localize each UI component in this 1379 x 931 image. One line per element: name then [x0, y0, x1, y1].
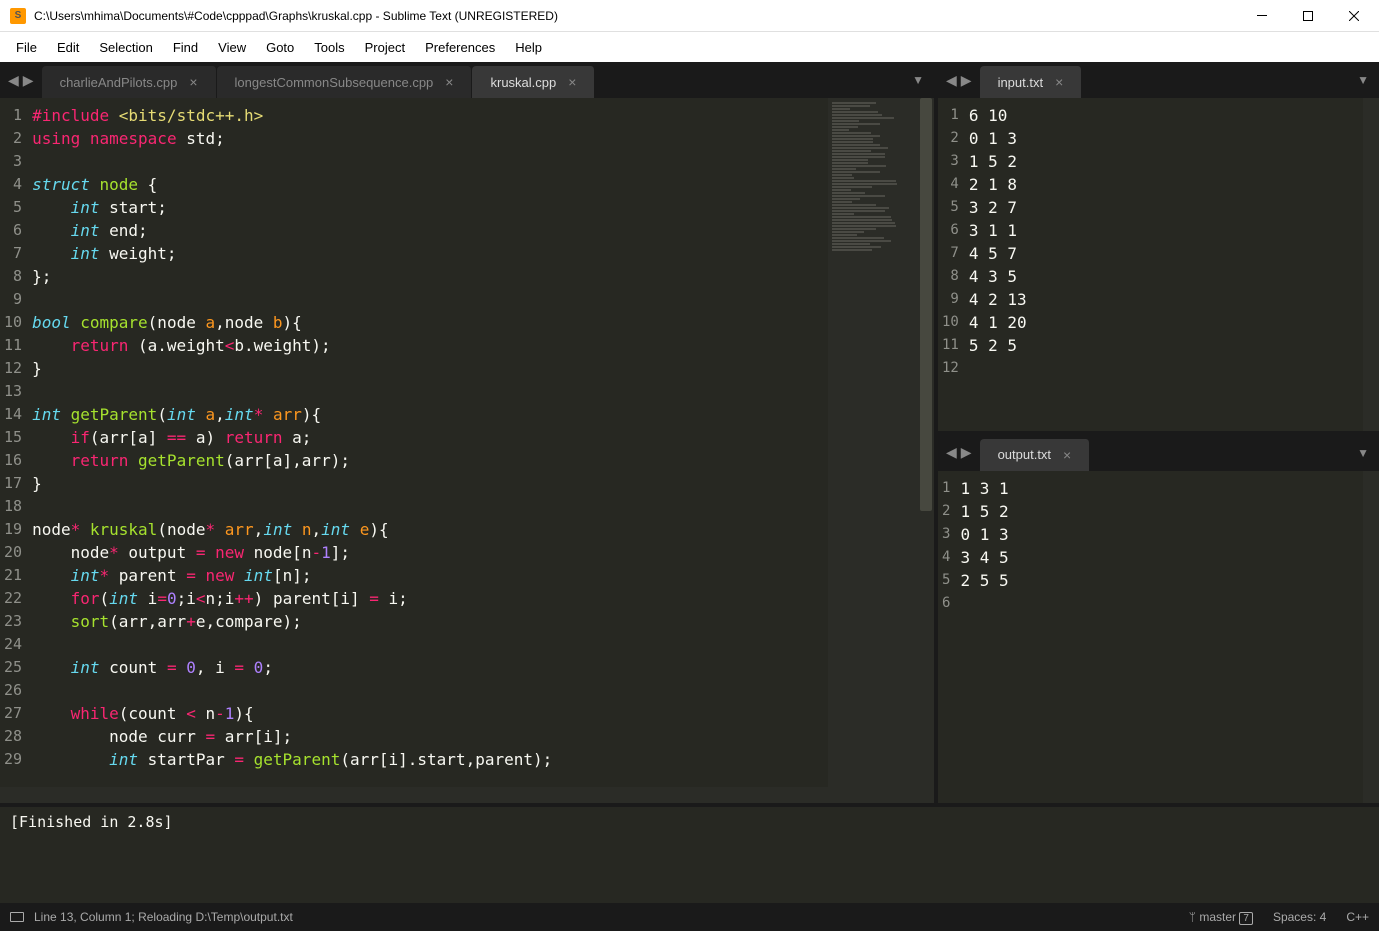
right-bottom-pane: ◀ ▶ output.txt × ▼ 123456 1 3 11 5 20 1 … — [938, 435, 1379, 804]
tab-label: input.txt — [998, 75, 1044, 90]
menu-bar: FileEditSelectionFindViewGotoToolsProjec… — [0, 32, 1379, 62]
line-gutter: 1234567891011121314151617181920212223242… — [0, 98, 32, 787]
menu-file[interactable]: File — [6, 36, 47, 59]
menu-help[interactable]: Help — [505, 36, 552, 59]
tab-label: output.txt — [998, 447, 1051, 462]
right-top-tab-bar: ◀ ▶ input.txt × ▼ — [938, 62, 1379, 98]
output-editor[interactable]: 123456 1 3 11 5 20 1 33 4 52 5 5 — [938, 471, 1379, 804]
tab-longestCommonSubsequence-cpp[interactable]: longestCommonSubsequence.cpp × — [217, 66, 473, 98]
indentation-indicator[interactable]: Spaces: 4 — [1273, 910, 1326, 924]
code-area[interactable]: 6 100 1 31 5 22 1 83 2 73 1 14 5 74 3 54… — [969, 98, 1363, 431]
window-title: C:\Users\mhima\Documents\#Code\cpppad\Gr… — [34, 9, 1239, 23]
tab-label: longestCommonSubsequence.cpp — [235, 75, 434, 90]
scrollbar-vertical[interactable] — [1363, 98, 1379, 431]
console-text: [Finished in 2.8s] — [10, 813, 173, 831]
tab-charlieAndPilots-cpp[interactable]: charlieAndPilots.cpp × — [42, 66, 217, 98]
menu-edit[interactable]: Edit — [47, 36, 89, 59]
code-area[interactable]: 1 3 11 5 20 1 33 4 52 5 5 — [960, 471, 1363, 804]
minimap[interactable] — [828, 98, 918, 787]
branch-name: master — [1199, 910, 1236, 924]
workspace: ◀ ▶ charlieAndPilots.cpp×longestCommonSu… — [0, 62, 1379, 803]
close-icon[interactable]: × — [445, 74, 453, 90]
minimize-button[interactable] — [1239, 0, 1285, 32]
scrollbar-vertical[interactable] — [1363, 471, 1379, 804]
pane-nav-prev-icon[interactable]: ◀ — [946, 444, 957, 461]
tab-label: kruskal.cpp — [490, 75, 556, 90]
panel-switcher-icon[interactable] — [10, 912, 24, 922]
close-icon[interactable]: × — [189, 74, 197, 90]
line-gutter: 123456789101112 — [938, 98, 969, 431]
window-titlebar: S C:\Users\mhima\Documents\#Code\cpppad\… — [0, 0, 1379, 32]
tab-output-txt[interactable]: output.txt × — [980, 439, 1091, 471]
menu-goto[interactable]: Goto — [256, 36, 304, 59]
right-bottom-tab-bar: ◀ ▶ output.txt × ▼ — [938, 435, 1379, 471]
right-top-pane: ◀ ▶ input.txt × ▼ 123456789101112 6 100 … — [938, 62, 1379, 435]
pane-nav-next-icon[interactable]: ▶ — [23, 72, 34, 89]
input-editor[interactable]: 123456789101112 6 100 1 31 5 22 1 83 2 7… — [938, 98, 1379, 431]
git-branch-indicator[interactable]: ᛘ master 7 — [1189, 910, 1253, 924]
tab-kruskal-cpp[interactable]: kruskal.cpp × — [472, 66, 595, 98]
close-icon[interactable]: × — [1063, 447, 1071, 463]
line-gutter: 123456 — [938, 471, 960, 804]
menu-project[interactable]: Project — [355, 36, 415, 59]
branch-badge: 7 — [1239, 912, 1253, 925]
menu-view[interactable]: View — [208, 36, 256, 59]
app-icon: S — [10, 8, 26, 24]
scrollbar-horizontal[interactable] — [0, 787, 934, 803]
tab-input-txt[interactable]: input.txt × — [980, 66, 1083, 98]
pane-nav-prev-icon[interactable]: ◀ — [946, 72, 957, 89]
pane-nav-next-icon[interactable]: ▶ — [961, 72, 972, 89]
left-tab-bar: ◀ ▶ charlieAndPilots.cpp×longestCommonSu… — [0, 62, 934, 98]
right-pane: ◀ ▶ input.txt × ▼ 123456789101112 6 100 … — [938, 62, 1379, 803]
syntax-indicator[interactable]: C++ — [1346, 910, 1369, 924]
menu-preferences[interactable]: Preferences — [415, 36, 505, 59]
tab-label: charlieAndPilots.cpp — [60, 75, 178, 90]
tab-dropdown-icon[interactable]: ▼ — [902, 62, 934, 98]
branch-icon: ᛘ — [1189, 910, 1196, 924]
maximize-button[interactable] — [1285, 0, 1331, 32]
code-area[interactable]: #include <bits/stdc++.h>using namespace … — [32, 98, 828, 787]
status-position: Line 13, Column 1; Reloading D:\Temp\out… — [34, 910, 293, 924]
main-editor[interactable]: 1234567891011121314151617181920212223242… — [0, 98, 934, 787]
menu-selection[interactable]: Selection — [89, 36, 162, 59]
pane-nav-prev-icon[interactable]: ◀ — [8, 72, 19, 89]
tab-dropdown-icon[interactable]: ▼ — [1347, 62, 1379, 98]
status-bar: Line 13, Column 1; Reloading D:\Temp\out… — [0, 903, 1379, 931]
tab-dropdown-icon[interactable]: ▼ — [1347, 435, 1379, 471]
close-icon[interactable]: × — [568, 74, 576, 90]
menu-tools[interactable]: Tools — [304, 36, 354, 59]
left-pane: ◀ ▶ charlieAndPilots.cpp×longestCommonSu… — [0, 62, 938, 803]
scrollbar-vertical[interactable] — [918, 98, 934, 787]
build-output-panel: [Finished in 2.8s] — [0, 803, 1379, 903]
pane-nav-next-icon[interactable]: ▶ — [961, 444, 972, 461]
menu-find[interactable]: Find — [163, 36, 208, 59]
close-icon[interactable]: × — [1055, 74, 1063, 90]
close-button[interactable] — [1331, 0, 1377, 32]
